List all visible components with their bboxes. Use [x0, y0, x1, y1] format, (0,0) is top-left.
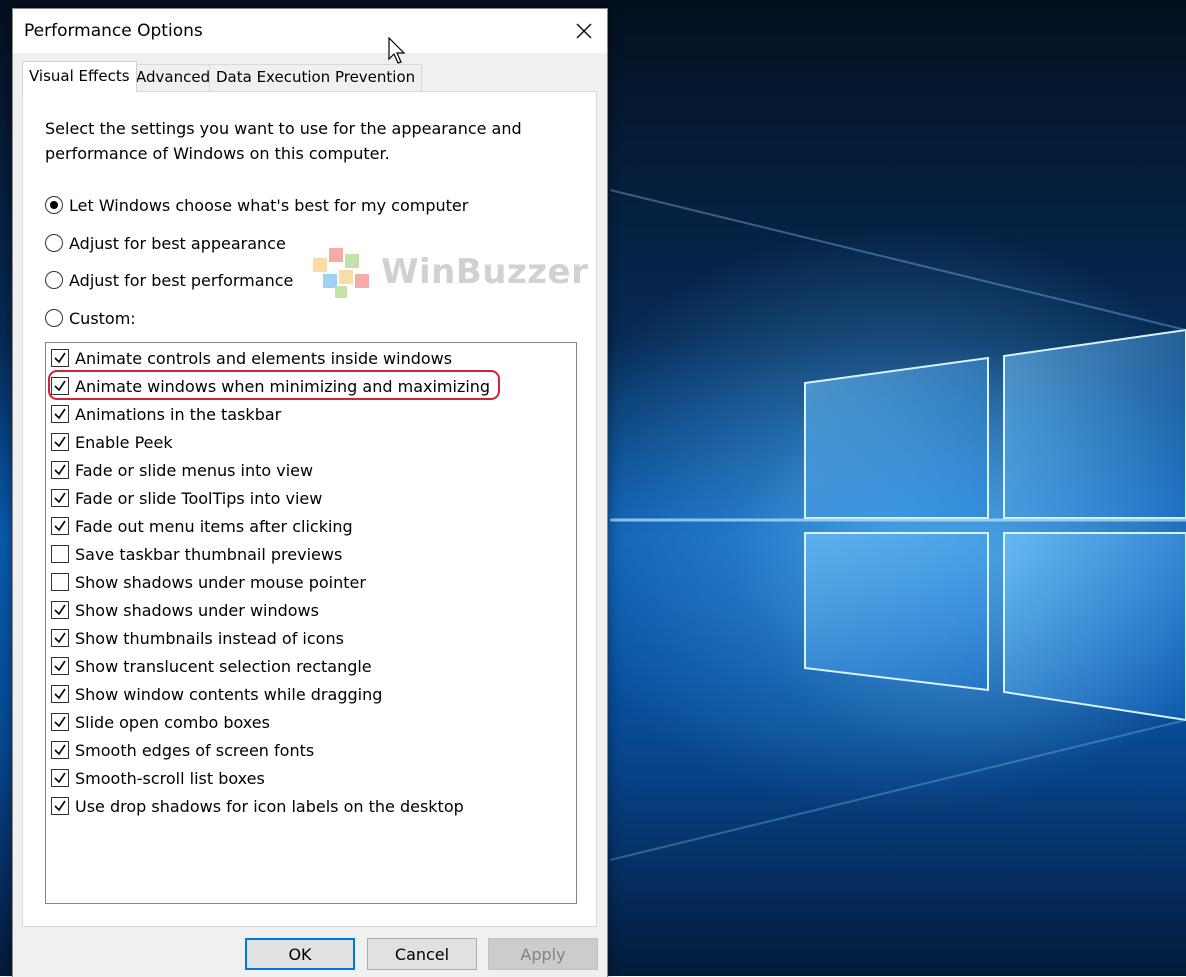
checkbox-checked[interactable]	[51, 461, 69, 479]
effect-list-item[interactable]: Animate windows when minimizing and maxi…	[48, 370, 500, 400]
radio-label: Let Windows choose what's best for my co…	[69, 195, 469, 215]
effect-label: Enable Peek	[75, 432, 173, 452]
checkmark-icon	[54, 744, 66, 756]
radio-label: Adjust for best appearance	[69, 233, 286, 253]
checkmark-icon	[54, 408, 66, 420]
effect-label: Show shadows under mouse pointer	[75, 572, 366, 592]
effect-label: Use drop shadows for icon labels on the …	[75, 796, 464, 816]
effect-label: Animate windows when minimizing and maxi…	[75, 376, 491, 396]
cancel-button[interactable]: Cancel	[367, 938, 477, 970]
close-button[interactable]	[561, 9, 607, 53]
checkbox-checked[interactable]	[51, 657, 69, 675]
checkbox-checked[interactable]	[51, 685, 69, 703]
effect-list-item[interactable]: Fade out menu items after clicking	[51, 514, 353, 538]
checkbox-checked[interactable]	[51, 517, 69, 535]
effect-list-item[interactable]: Fade or slide ToolTips into view	[51, 486, 322, 510]
effect-list-item[interactable]: Show translucent selection rectangle	[51, 654, 372, 678]
radio-custom[interactable]: Custom:	[45, 306, 136, 330]
performance-options-dialog: Performance Options Visual Effects Advan…	[12, 8, 608, 977]
checkmark-icon	[54, 464, 66, 476]
effect-label: Show shadows under windows	[75, 600, 319, 620]
radio-label: Custom:	[69, 308, 136, 328]
checkmark-icon	[54, 352, 66, 364]
checkbox-checked[interactable]	[51, 741, 69, 759]
effect-label: Slide open combo boxes	[75, 712, 270, 732]
effect-list-item[interactable]: Fade or slide menus into view	[51, 458, 313, 482]
effect-label: Fade or slide ToolTips into view	[75, 488, 323, 508]
visual-effects-panel: Select the settings you want to use for …	[22, 91, 597, 927]
intro-text: Select the settings you want to use for …	[45, 116, 565, 166]
effect-label: Save taskbar thumbnail previews	[75, 544, 343, 564]
winbuzzer-logo-icon	[313, 248, 369, 298]
title-bar[interactable]: Performance Options	[13, 9, 607, 64]
effect-label: Animations in the taskbar	[75, 404, 282, 424]
checkmark-icon	[54, 632, 66, 644]
checkbox-checked[interactable]	[51, 713, 69, 731]
effect-list-item[interactable]: Show shadows under mouse pointer	[51, 570, 366, 594]
effect-list-item[interactable]: Smooth-scroll list boxes	[51, 766, 265, 790]
effect-list-item[interactable]: Show shadows under windows	[51, 598, 319, 622]
checkmark-icon	[54, 688, 66, 700]
visual-effects-list[interactable]: Animate controls and elements inside win…	[45, 342, 577, 904]
effect-label: Show thumbnails instead of icons	[75, 628, 344, 648]
effect-label: Smooth edges of screen fonts	[75, 740, 315, 760]
checkbox-checked[interactable]	[51, 601, 69, 619]
radio-best-performance[interactable]: Adjust for best performance	[45, 268, 293, 292]
radio-best-appearance[interactable]: Adjust for best appearance	[45, 231, 286, 255]
checkmark-icon	[54, 772, 66, 784]
effect-label: Show translucent selection rectangle	[75, 656, 372, 676]
effect-label: Smooth-scroll list boxes	[75, 768, 265, 788]
checkmark-icon	[54, 604, 66, 616]
checkmark-icon	[54, 716, 66, 728]
effect-list-item[interactable]: Animations in the taskbar	[51, 402, 281, 426]
checkbox-checked[interactable]	[51, 377, 69, 395]
checkbox-checked[interactable]	[51, 769, 69, 787]
checkbox-checked[interactable]	[51, 349, 69, 367]
effect-list-item[interactable]: Animate controls and elements inside win…	[51, 346, 452, 370]
radio-button[interactable]	[45, 309, 63, 327]
radio-button[interactable]	[45, 271, 63, 289]
checkmark-icon	[54, 436, 66, 448]
tab-data-execution-prevention[interactable]: Data Execution Prevention	[209, 64, 423, 91]
radio-button[interactable]	[45, 234, 63, 252]
checkbox-unchecked[interactable]	[51, 545, 69, 563]
effect-list-item[interactable]: Slide open combo boxes	[51, 710, 270, 734]
effect-list-item[interactable]: Show thumbnails instead of icons	[51, 626, 344, 650]
radio-let-windows-choose[interactable]: Let Windows choose what's best for my co…	[45, 193, 468, 217]
effect-list-item[interactable]: Enable Peek	[51, 430, 173, 454]
checkmark-icon	[54, 520, 66, 532]
effect-list-item[interactable]: Save taskbar thumbnail previews	[51, 542, 342, 566]
checkbox-checked[interactable]	[51, 629, 69, 647]
close-icon	[576, 23, 592, 39]
radio-label: Adjust for best performance	[69, 270, 294, 290]
effect-list-item[interactable]: Show window contents while dragging	[51, 682, 382, 706]
winbuzzer-watermark: WinBuzzer	[311, 244, 588, 300]
window-title: Performance Options	[24, 21, 203, 41]
checkmark-icon	[54, 660, 66, 672]
radio-button[interactable]	[45, 196, 63, 214]
checkmark-icon	[54, 380, 66, 392]
effect-list-item[interactable]: Use drop shadows for icon labels on the …	[51, 794, 464, 818]
checkbox-checked[interactable]	[51, 797, 69, 815]
effect-label: Animate controls and elements inside win…	[75, 348, 453, 368]
apply-button[interactable]: Apply	[488, 938, 598, 970]
effect-label: Show window contents while dragging	[75, 684, 383, 704]
effect-label: Fade or slide menus into view	[75, 460, 314, 480]
ok-button[interactable]: OK	[245, 938, 355, 970]
intro-line-1: Select the settings you want to use for …	[45, 119, 522, 138]
checkbox-checked[interactable]	[51, 433, 69, 451]
tab-advanced[interactable]: Advanced	[129, 64, 218, 91]
checkbox-checked[interactable]	[51, 489, 69, 507]
watermark-text: WinBuzzer	[381, 252, 589, 292]
tab-visual-effects[interactable]: Visual Effects	[22, 61, 137, 92]
effect-label: Fade out menu items after clicking	[75, 516, 353, 536]
checkmark-icon	[54, 800, 66, 812]
checkbox-checked[interactable]	[51, 405, 69, 423]
effect-list-item[interactable]: Smooth edges of screen fonts	[51, 738, 314, 762]
checkbox-unchecked[interactable]	[51, 573, 69, 591]
mouse-pointer-icon	[388, 37, 406, 64]
checkmark-icon	[54, 492, 66, 504]
intro-line-2: performance of Windows on this computer.	[45, 144, 390, 163]
